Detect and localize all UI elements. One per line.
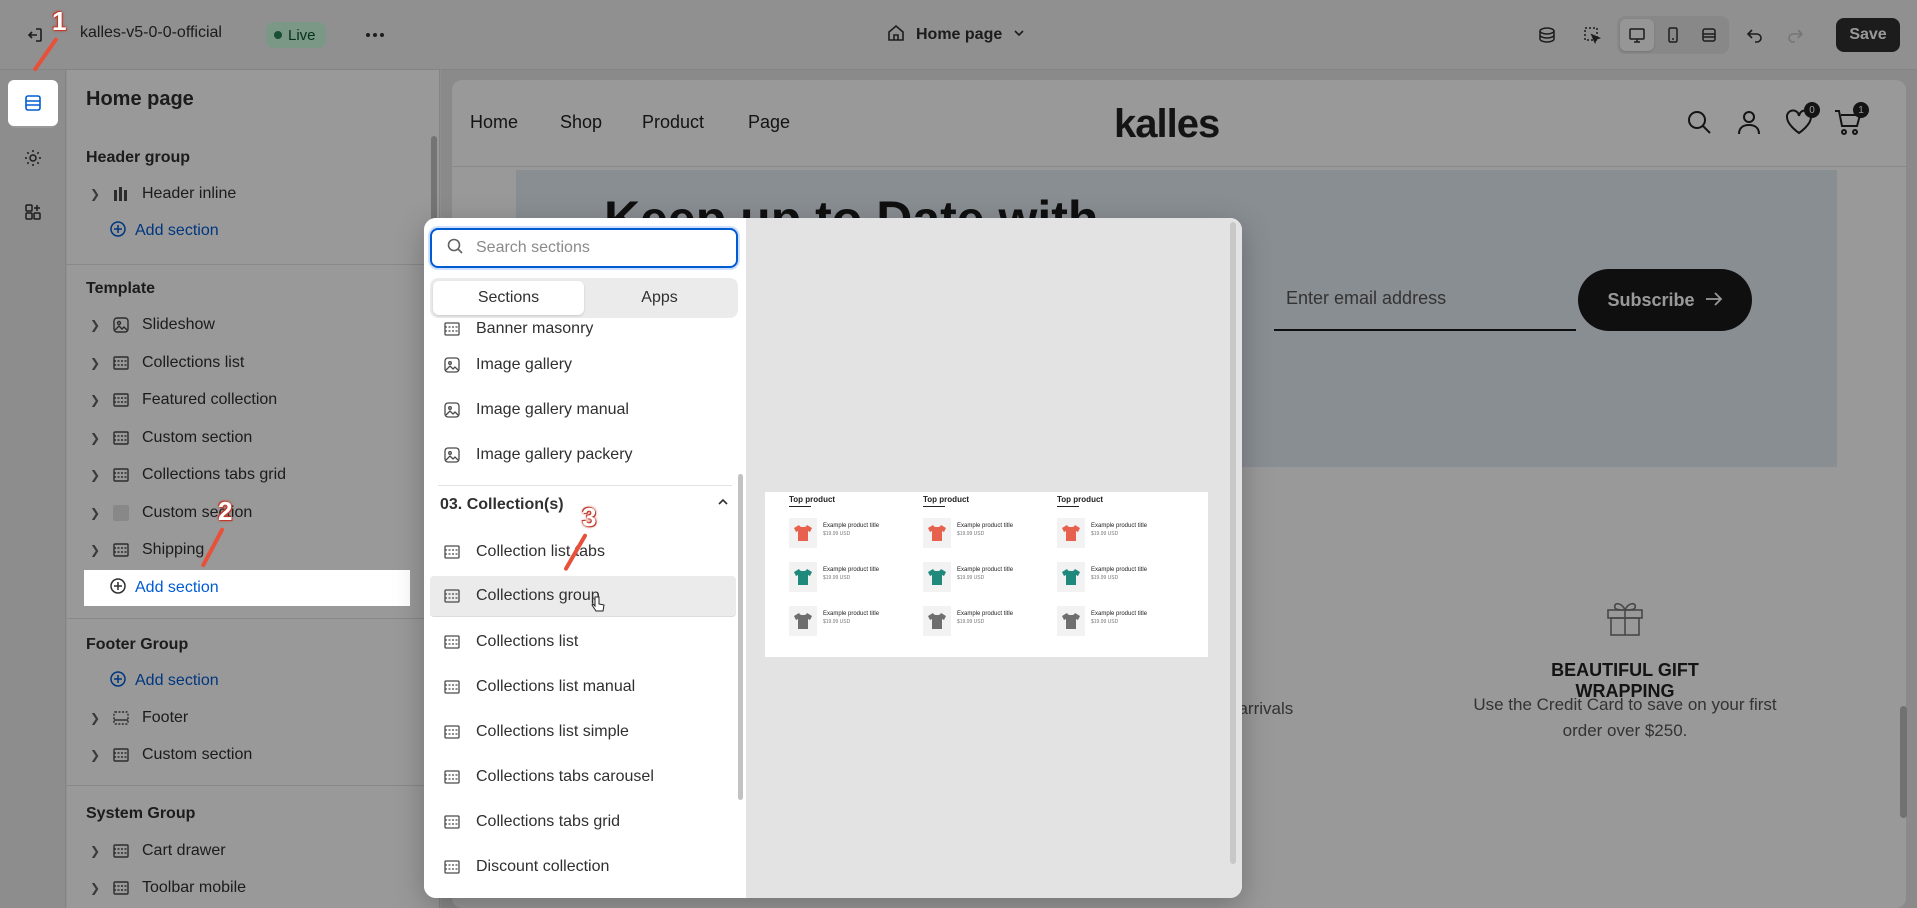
thumb-product-price: $19.99 USD — [1091, 531, 1119, 537]
list-item-label: Collections list manual — [476, 678, 636, 695]
section-icon — [442, 722, 462, 742]
thumb-product-title: Example product title — [1091, 567, 1148, 573]
thumb-product-price: $19.99 USD — [1091, 575, 1119, 581]
tshirt-icon — [923, 518, 951, 548]
thumb-product-price: $19.99 USD — [1091, 619, 1119, 625]
list-item-image-gallery-packery[interactable]: Image gallery packery — [430, 434, 736, 476]
list-item-collections-tabs-grid[interactable]: Collections tabs grid — [430, 801, 736, 843]
plus-circle-icon — [109, 577, 127, 600]
thumb-product-price: $19.99 USD — [957, 531, 985, 537]
list-item-label: Collections list simple — [476, 723, 629, 740]
image-icon — [442, 400, 462, 420]
pointer-cursor-icon — [590, 596, 606, 619]
section-icon — [442, 542, 462, 562]
thumb-product: Example product title $19.99 USD — [923, 606, 1057, 636]
tshirt-icon — [789, 606, 817, 636]
section-icon — [442, 677, 462, 697]
list-item-label: Collections tabs grid — [476, 813, 621, 830]
section-icon — [442, 857, 462, 877]
chevron-up-icon — [716, 495, 730, 514]
thumb-product-price: $19.99 USD — [957, 619, 985, 625]
thumb-product-title: Example product title — [1091, 611, 1148, 617]
image-icon — [442, 355, 462, 375]
tshirt-icon — [923, 562, 951, 592]
thumb-product: Example product title $19.99 USD — [1057, 562, 1191, 592]
thumb-product: Example product title $19.99 USD — [1057, 518, 1191, 548]
annotation-step-2: 2 — [218, 496, 233, 526]
search-field[interactable] — [430, 228, 738, 268]
thumb-product-price: $19.99 USD — [957, 575, 985, 581]
section-icon — [442, 632, 462, 652]
thumb-product: Example product title $19.99 USD — [789, 606, 923, 636]
tshirt-icon — [789, 562, 817, 592]
list-item-collections-group[interactable]: Collections group — [430, 576, 736, 616]
thumb-heading-underline — [789, 506, 811, 507]
thumb-product: Example product title $19.99 USD — [923, 562, 1057, 592]
thumb-product-title: Example product title — [957, 611, 1014, 617]
thumb-product-title: Example product title — [823, 567, 880, 573]
section-picker-popover: Sections Apps Banner masonry Image galle… — [424, 218, 1242, 898]
add-section-highlight-button[interactable]: Add section — [84, 570, 410, 606]
section-icon — [442, 812, 462, 832]
tab-apps[interactable]: Apps — [584, 281, 735, 315]
thumb-product-title: Example product title — [957, 567, 1014, 573]
list-item-collections-list-manual[interactable]: Collections list manual — [430, 666, 736, 708]
thumb-column-heading: Top product — [789, 495, 836, 504]
annotation-step-1: 1 — [52, 6, 67, 36]
search-input[interactable] — [476, 239, 716, 257]
category-divider — [438, 485, 732, 486]
add-section-label: Add section — [135, 579, 219, 596]
list-item-collections-tabs-carousel[interactable]: Collections tabs carousel — [430, 756, 736, 798]
thumb-product-title: Example product title — [823, 611, 880, 617]
tab-sections[interactable]: Sections — [433, 281, 584, 315]
section-preview-thumbnail: Top product Example product title $19.99 U… — [765, 492, 1208, 657]
list-item-label: Collections group — [476, 587, 600, 604]
annotation-step-3: 3 — [582, 502, 597, 532]
list-item-label: Image gallery — [476, 356, 573, 373]
thumb-product: Example product title $19.99 USD — [789, 562, 923, 592]
tshirt-icon — [789, 518, 817, 548]
list-item-label: Image gallery manual — [476, 401, 629, 418]
preview-pane-scrollbar[interactable] — [1230, 222, 1236, 864]
thumb-column-heading: Top product — [1057, 495, 1104, 504]
thumb-heading-underline — [1057, 506, 1079, 507]
list-item-discount-collection[interactable]: Discount collection — [430, 846, 736, 888]
tshirt-icon — [1057, 606, 1085, 636]
tshirt-icon — [1057, 562, 1085, 592]
image-icon — [442, 445, 462, 465]
sections-rail-highlight[interactable] — [8, 80, 58, 126]
tshirt-icon — [923, 606, 951, 636]
list-item-label: Discount collection — [476, 858, 610, 875]
section-icon — [442, 767, 462, 787]
list-item-image-gallery-manual[interactable]: Image gallery manual — [430, 389, 736, 431]
thumb-product-title: Example product title — [823, 523, 880, 529]
section-preview-pane: Top product Example product title $19.99 U… — [746, 218, 1242, 898]
thumb-product-price: $19.99 USD — [823, 575, 851, 581]
thumb-product-title: Example product title — [1091, 523, 1148, 529]
thumb-product-price: $19.99 USD — [823, 619, 851, 625]
list-item-image-gallery[interactable]: Image gallery — [430, 344, 736, 386]
picker-list-scrollbar[interactable] — [738, 474, 743, 800]
list-item-label: Collections tabs carousel — [476, 768, 654, 785]
list-item-label: Collection list tabs — [476, 543, 605, 560]
category-label: 03. Collection(s) — [440, 495, 564, 513]
thumb-product: Example product title $19.99 USD — [923, 518, 1057, 548]
list-item-collections-list[interactable]: Collections list — [430, 621, 736, 663]
thumb-product: Example product title $19.99 USD — [789, 518, 923, 548]
thumb-product-price: $19.99 USD — [823, 531, 851, 537]
section-icon — [442, 319, 462, 339]
search-icon — [446, 237, 464, 260]
list-item-label: Image gallery packery — [476, 446, 633, 463]
section-icon — [442, 586, 462, 606]
list-item-label: Banner masonry — [476, 320, 594, 337]
section-picker-list: Sections Apps Banner masonry Image galle… — [424, 218, 746, 898]
thumb-product: Example product title $19.99 USD — [1057, 606, 1191, 636]
thumb-heading-underline — [923, 506, 945, 507]
list-item-collections-list-simple[interactable]: Collections list simple — [430, 711, 736, 753]
thumb-column-heading: Top product — [923, 495, 970, 504]
thumb-product-title: Example product title — [957, 523, 1014, 529]
list-item-label: Collections list — [476, 633, 579, 650]
tshirt-icon — [1057, 518, 1085, 548]
picker-tabs: Sections Apps — [430, 278, 738, 318]
